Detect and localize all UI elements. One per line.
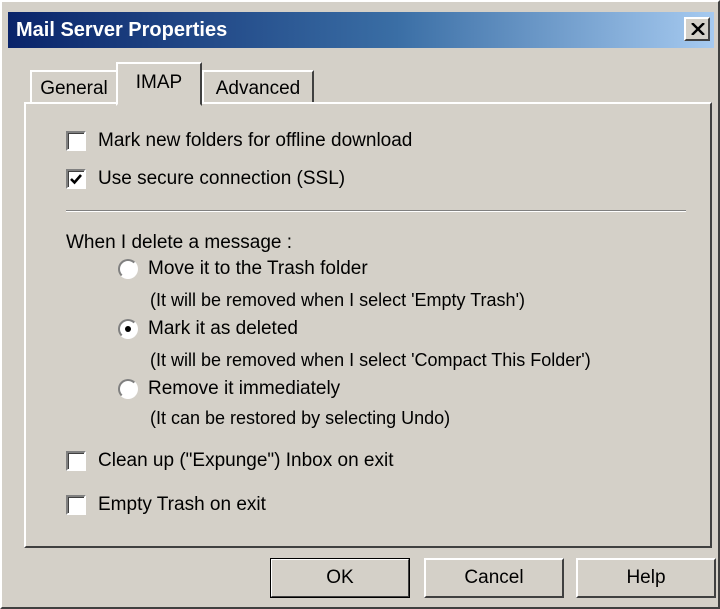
tab-imap[interactable]: IMAP <box>116 62 202 106</box>
title-bar[interactable]: Mail Server Properties <box>8 12 714 48</box>
delete-choice-mark[interactable]: Mark it as deleted <box>118 318 298 340</box>
tab-advanced[interactable]: Advanced <box>202 70 314 104</box>
delete-choice-remove[interactable]: Remove it immediately <box>118 378 340 400</box>
move-to-trash-radio[interactable] <box>118 259 138 279</box>
mark-offline-option[interactable]: Mark new folders for offline download <box>66 130 412 152</box>
radio-selected-dot <box>125 326 131 332</box>
imap-tab-panel: Mark new folders for offline download Us… <box>24 102 712 548</box>
empty-trash-label: Empty Trash on exit <box>98 494 266 515</box>
checkmark-icon <box>70 174 82 185</box>
move-to-trash-hint: (It will be removed when I select 'Empty… <box>150 290 526 310</box>
ok-button[interactable]: OK <box>270 558 410 598</box>
expunge-option[interactable]: Clean up ("Expunge") Inbox on exit <box>66 450 394 472</box>
remove-immediately-label: Remove it immediately <box>148 378 341 399</box>
expunge-checkbox[interactable] <box>66 451 86 471</box>
delete-group-heading: When I delete a message : <box>66 232 293 253</box>
empty-trash-option[interactable]: Empty Trash on exit <box>66 494 266 516</box>
mail-server-properties-dialog: Mail Server Properties General IMAP Adva… <box>0 0 720 609</box>
use-ssl-checkbox[interactable] <box>66 169 86 189</box>
tab-general[interactable]: General <box>30 70 118 104</box>
tab-advanced-label: Advanced <box>215 78 301 99</box>
help-button[interactable]: Help <box>576 558 716 598</box>
delete-choice-move[interactable]: Move it to the Trash folder <box>118 258 368 280</box>
expunge-label: Clean up ("Expunge") Inbox on exit <box>98 450 394 471</box>
tab-imap-label: IMAP <box>135 72 183 93</box>
use-ssl-option[interactable]: Use secure connection (SSL) <box>66 168 345 190</box>
close-icon <box>691 23 705 35</box>
mark-as-deleted-label: Mark it as deleted <box>148 318 298 339</box>
tab-general-label: General <box>40 78 108 99</box>
remove-immediately-hint: (It can be restored by selecting Undo) <box>150 408 451 428</box>
use-ssl-label: Use secure connection (SSL) <box>98 168 346 189</box>
separator <box>66 210 686 212</box>
mark-as-deleted-hint: (It will be removed when I select 'Compa… <box>150 350 591 370</box>
mark-offline-label: Mark new folders for offline download <box>98 130 413 151</box>
close-button[interactable] <box>684 17 710 41</box>
window-title: Mail Server Properties <box>16 19 228 41</box>
mark-offline-checkbox[interactable] <box>66 131 86 151</box>
cancel-button[interactable]: Cancel <box>424 558 564 598</box>
mark-as-deleted-radio[interactable] <box>118 319 138 339</box>
delete-heading-row: When I delete a message : <box>66 232 292 254</box>
remove-immediately-radio[interactable] <box>118 379 138 399</box>
empty-trash-checkbox[interactable] <box>66 495 86 515</box>
move-to-trash-label: Move it to the Trash folder <box>148 258 368 279</box>
